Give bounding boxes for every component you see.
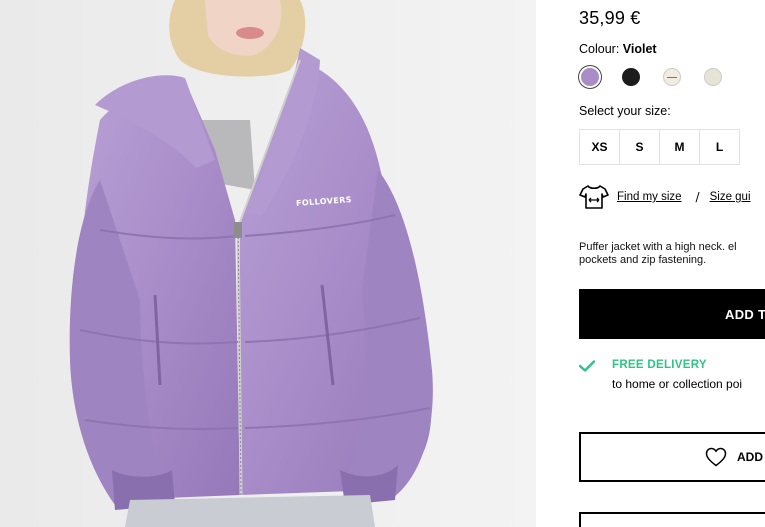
add-to-bag-label: ADD T bbox=[725, 306, 765, 322]
secondary-action-button[interactable] bbox=[579, 512, 765, 527]
product-photo-illustration bbox=[0, 0, 536, 527]
add-to-wishlist-label: ADD bbox=[737, 450, 763, 464]
add-to-wishlist-button[interactable]: ADD bbox=[579, 432, 765, 482]
colour-label: Colour: bbox=[579, 42, 620, 56]
size-option-xs[interactable]: XS bbox=[579, 129, 620, 165]
heart-icon bbox=[705, 447, 727, 467]
find-my-size-link[interactable]: Find my size bbox=[617, 191, 682, 203]
colour-swatch-cream[interactable] bbox=[663, 68, 681, 86]
size-selector: XS S M L bbox=[579, 129, 740, 165]
selected-colour-name: Violet bbox=[622, 42, 657, 56]
size-option-m[interactable]: M bbox=[659, 129, 700, 165]
product-image[interactable]: FOLLOVERS bbox=[0, 0, 536, 527]
free-delivery-title: FREE DELIVERY bbox=[612, 359, 707, 371]
tshirt-measure-icon bbox=[579, 185, 609, 209]
size-guide-link[interactable]: Size gui bbox=[710, 191, 751, 203]
description-line-2: pockets and zip fastening. bbox=[579, 254, 707, 266]
product-description: Puffer jacket with a high neck. el pocke… bbox=[579, 241, 765, 267]
colour-swatch-black[interactable] bbox=[622, 68, 640, 86]
link-separator: / bbox=[695, 190, 700, 204]
size-help-row: Find my size / Size gui bbox=[579, 184, 751, 210]
colour-swatch-violet[interactable] bbox=[581, 68, 599, 86]
product-details-panel: 35,99 € Colour: Violet Select your size:… bbox=[536, 0, 765, 527]
size-prompt: Select your size: bbox=[579, 104, 671, 118]
description-line-1: Puffer jacket with a high neck. el bbox=[579, 241, 737, 253]
check-icon bbox=[579, 360, 595, 372]
colour-swatch-beige[interactable] bbox=[704, 68, 722, 86]
free-delivery-subtitle: to home or collection poi bbox=[612, 377, 743, 391]
product-price: 35,99 € bbox=[579, 8, 641, 28]
size-option-l[interactable]: L bbox=[699, 129, 740, 165]
colour-selection-label: Colour: Violet bbox=[579, 42, 657, 56]
add-to-bag-button[interactable]: ADD T bbox=[579, 289, 765, 339]
size-option-s[interactable]: S bbox=[619, 129, 660, 165]
